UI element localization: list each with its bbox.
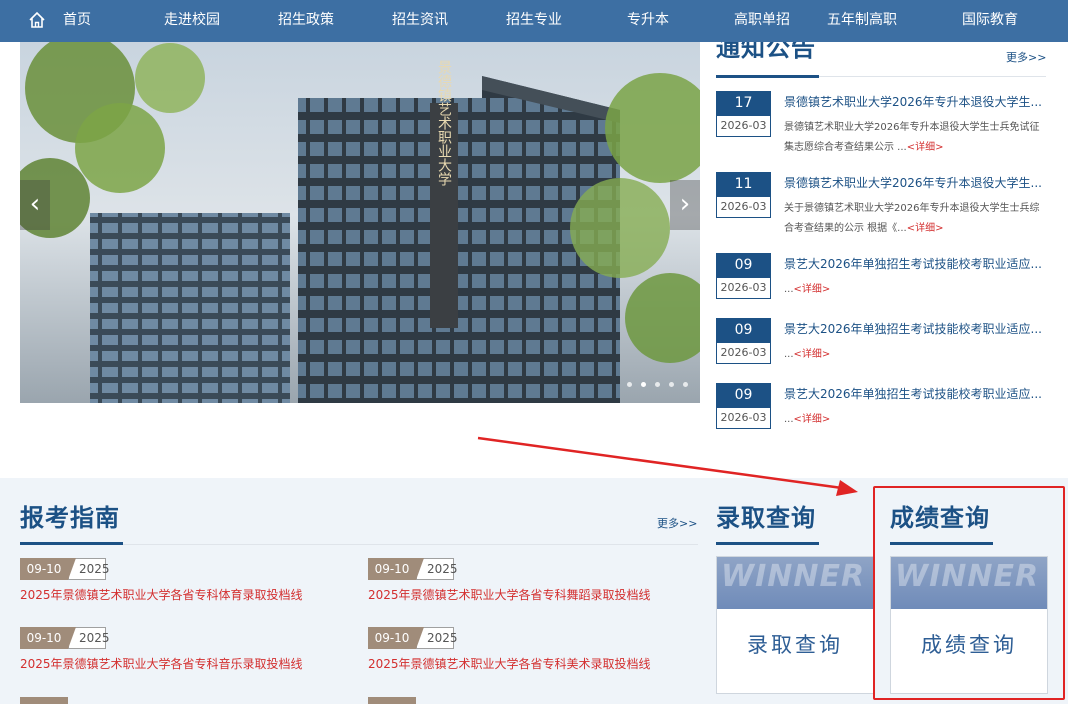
slide-dot[interactable] [627,382,632,387]
nav-item-upgrade[interactable]: 专升本 [627,0,669,42]
notice-day: 11 [716,172,771,197]
guide-item[interactable]: 09-10 2025 2025年景德镇艺术职业大学各省专科音乐录取投档线 [20,627,350,672]
band-text: WINNER [721,559,866,594]
guide-date-tag: 09-10 2025 [368,627,698,649]
title-underline [716,542,819,545]
guide-link[interactable]: 2025年景德镇艺术职业大学各省专科美术录取投档线 [368,655,698,672]
notice-detail-link[interactable]: <详细> [794,414,831,425]
winner-band: WINNER [717,557,873,609]
notice-title-link[interactable]: 景艺大2026年单独招生考试技能校考职业适应... [784,320,1046,337]
notice-desc: ...<详细> [784,284,831,295]
admission-title: 录取查询 [716,504,816,532]
nav-item-majors[interactable]: 招生专业 [506,0,562,42]
notice-detail-link[interactable]: <详细> [794,349,831,360]
notice-detail-link[interactable]: <详细> [907,142,944,153]
notice-desc: 关于景德镇艺术职业大学2026年专升本退役大学生士兵综合考查结果的公示 根据《.… [784,203,1040,234]
guide-link[interactable]: 2025年景德镇艺术职业大学各省专科音乐录取投档线 [20,655,350,672]
notice-desc: ...<详细> [784,349,831,360]
guide-item[interactable]: 09-10 2025 2025年景德镇艺术职业大学各省专科体育录取投档线 [20,558,350,603]
guide-more-link[interactable]: 更多>> [657,515,697,531]
slide-dot-active[interactable] [641,382,646,387]
guide-link[interactable]: 2025年景德镇艺术职业大学各省专科体育录取投档线 [20,586,350,603]
title-underline [20,542,123,545]
notice-day: 09 [716,253,771,278]
notice-year-month: 2026-03 [716,408,771,429]
notice-day: 17 [716,91,771,116]
notice-date: 09 2026-03 [716,318,771,364]
nav-item-campus[interactable]: 走进校园 [164,0,220,42]
notice-detail-link[interactable]: <详细> [794,284,831,295]
guide-item-partial [368,697,454,704]
hero-banner[interactable]: 景德镇艺术职业大学 ‹ › [20,28,700,403]
annotation-arrow-icon [477,436,858,496]
admission-query-button[interactable]: WINNER 录取查询 [716,556,874,694]
top-nav: 首页 走进校园 招生政策 招生资讯 招生专业 专升本 高职单招 五年制高职 国际… [0,0,1068,42]
guide-date-tag: 09-10 2025 [20,558,350,580]
notice-date: 09 2026-03 [716,383,771,429]
notice-date: 11 2026-03 [716,172,771,218]
notice-year-month: 2026-03 [716,278,771,299]
guide-item[interactable]: 09-10 2025 2025年景德镇艺术职业大学各省专科舞蹈录取投档线 [368,558,698,603]
notices-more-link[interactable]: 更多>> [1006,49,1046,65]
building-sign: 景德镇艺术职业大学 [436,60,452,186]
next-slide-button[interactable]: › [670,180,700,230]
title-underline [716,75,819,78]
notice-year-month: 2026-03 [716,116,771,137]
campus-building-image: 景德镇艺术职业大学 [20,28,700,403]
notice-title-link[interactable]: 景艺大2026年单独招生考试技能校考职业适应... [784,255,1046,272]
notice-title-link[interactable]: 景艺大2026年单独招生考试技能校考职业适应... [784,385,1046,402]
notice-date: 17 2026-03 [716,91,771,137]
guide-item[interactable]: 09-10 2025 2025年景德镇艺术职业大学各省专科美术录取投档线 [368,627,698,672]
nav-item-single-recruit[interactable]: 高职单招 [734,0,790,42]
nav-item-news[interactable]: 招生资讯 [392,0,448,42]
guide-date: 09-10 [368,627,424,649]
slide-dot[interactable] [669,382,674,387]
nav-item-international[interactable]: 国际教育 [962,0,1018,42]
notice-date: 09 2026-03 [716,253,771,299]
guide-date-tag: 09-10 2025 [20,627,350,649]
guide-date-tag: 09-10 2025 [368,558,698,580]
notice-title-link[interactable]: 景德镇艺术职业大学2026年专升本退役大学生... [784,93,1046,110]
notice-detail-link[interactable]: <详细> [907,223,944,234]
slide-dot[interactable] [683,382,688,387]
admission-query-label: 录取查询 [747,633,843,657]
guide-date: 09-10 [20,558,76,580]
slide-dot[interactable] [655,382,660,387]
notice-year-month: 2026-03 [716,197,771,218]
notice-item[interactable]: 09 2026-03 景艺大2026年单独招生考试技能校考职业适应... ...… [716,253,1046,315]
notice-desc: 景德镇艺术职业大学2026年专升本退役大学生士兵免试征集志愿综合考查结果公示 .… [784,122,1040,153]
nav-item-five-year[interactable]: 五年制高职 [827,0,897,42]
notice-item[interactable]: 11 2026-03 景德镇艺术职业大学2026年专升本退役大学生... 关于景… [716,172,1046,234]
highlight-annotation [873,486,1065,700]
nav-item-policy[interactable]: 招生政策 [278,0,334,42]
guide-date: 09-10 [20,627,76,649]
notice-item[interactable]: 09 2026-03 景艺大2026年单独招生考试技能校考职业适应... ...… [716,318,1046,380]
notice-day: 09 [716,383,771,408]
notice-day: 09 [716,318,771,343]
guide-date: 09-10 [368,558,424,580]
guide-title: 报考指南 [20,504,120,532]
notice-desc: ...<详细> [784,414,831,425]
guide-link[interactable]: 2025年景德镇艺术职业大学各省专科舞蹈录取投档线 [368,586,698,603]
notice-year-month: 2026-03 [716,343,771,364]
notice-title-link[interactable]: 景德镇艺术职业大学2026年专升本退役大学生... [784,174,1046,191]
notice-item[interactable]: 17 2026-03 景德镇艺术职业大学2026年专升本退役大学生... 景德镇… [716,91,1046,153]
slide-indicators [627,382,688,387]
home-icon[interactable] [28,11,46,29]
prev-slide-button[interactable]: ‹ [20,180,50,230]
nav-item-home[interactable]: 首页 [63,0,91,42]
guide-item-partial [20,697,106,704]
